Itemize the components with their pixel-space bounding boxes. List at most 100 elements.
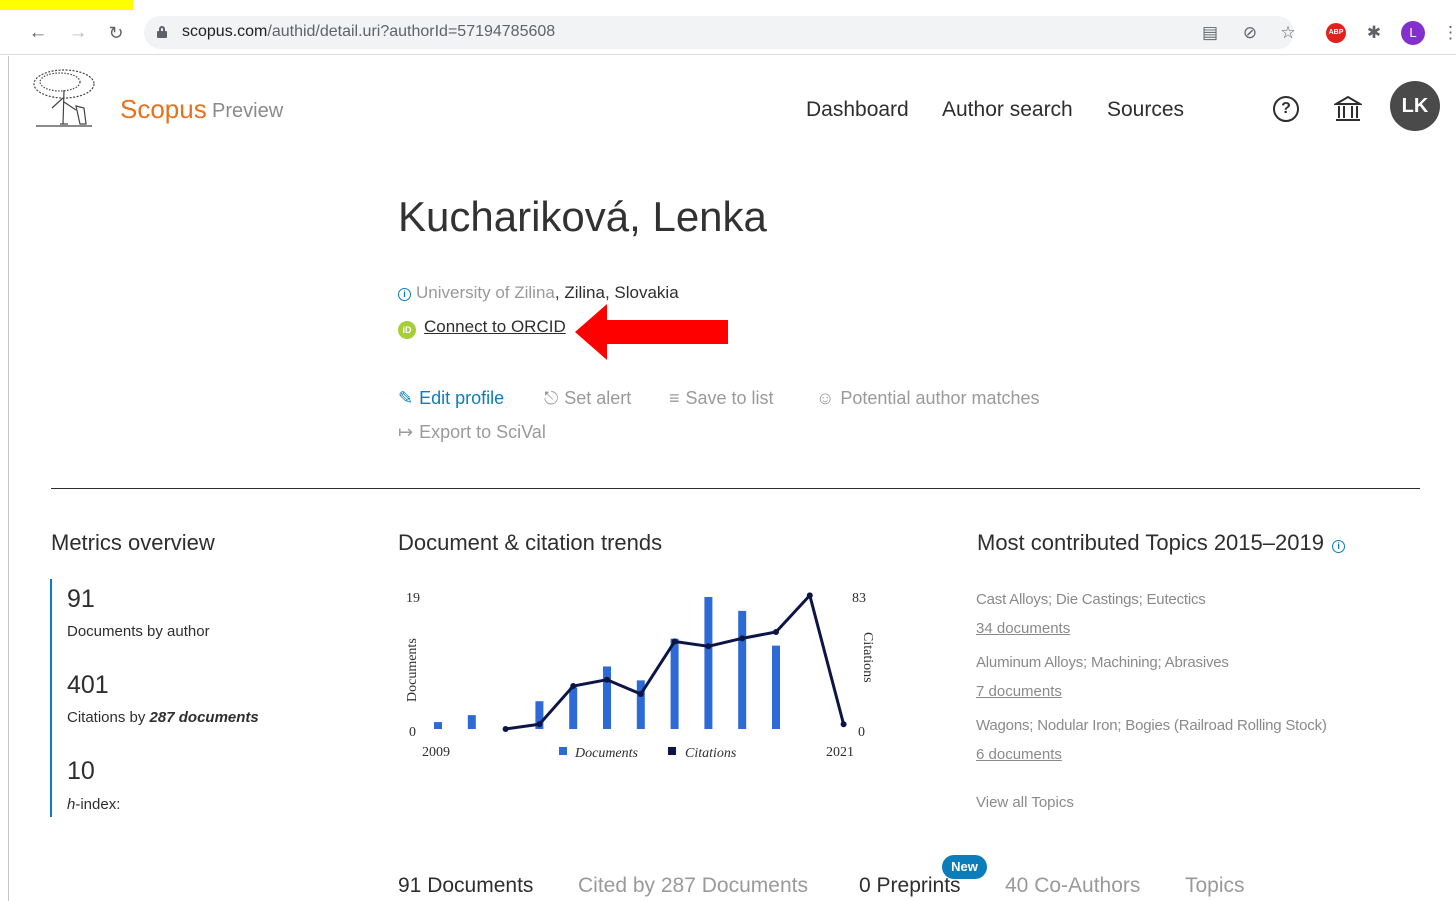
trends-chart: 19 0 83 0 Documents Citations 2009 2021 …	[405, 591, 875, 761]
address-bar[interactable]: scopus.com/authid/detail.uri?authorId=57…	[144, 16, 1294, 49]
metrics-accent-bar	[50, 579, 52, 817]
red-arrow-annotation	[575, 304, 728, 360]
legend-citations-swatch	[668, 747, 676, 755]
back-arrow-icon[interactable]: ←	[26, 21, 50, 45]
hindex-value: 10	[67, 757, 95, 785]
institution-icon[interactable]	[1334, 94, 1362, 124]
forward-arrow-icon[interactable]: →	[66, 21, 90, 45]
legend-citations: Citations	[685, 746, 737, 761]
eye-off-icon[interactable]: ⊘	[1239, 22, 1261, 44]
citations-count: 401	[67, 671, 109, 699]
help-icon[interactable]: ?	[1273, 96, 1299, 122]
trends-title: Document & citation trends	[398, 530, 663, 555]
citations-point	[637, 691, 644, 698]
export-icon: ↦	[398, 422, 414, 442]
tab-topics[interactable]: Topics	[1185, 874, 1245, 898]
save-to-list-button[interactable]: ≡ Save to list	[669, 388, 774, 409]
tab-coauthors[interactable]: 40 Co-Authors	[1005, 874, 1140, 898]
citations-point	[604, 676, 610, 683]
url-text[interactable]: scopus.com/authid/detail.uri?authorId=57…	[182, 23, 555, 41]
topic-name[interactable]: Aluminum Alloys; Machining; Abrasives	[976, 654, 1229, 671]
tab-documents[interactable]: 91 Documents	[398, 874, 533, 898]
affiliation: i University of Zilina, Zilina, Slovakia	[398, 283, 679, 303]
edit-profile-button[interactable]: ✎ Edit profile	[398, 388, 504, 409]
nav-sources[interactable]: Sources	[1107, 98, 1184, 122]
citations-point	[773, 628, 779, 635]
documents-bar	[434, 722, 442, 729]
scopus-brand[interactable]: Scopus	[120, 94, 207, 125]
export-scival-button[interactable]: ↦ Export to SciVal	[398, 422, 546, 443]
topic-docs-link[interactable]: 34 documents	[976, 620, 1070, 637]
hindex-label: h-index:	[67, 796, 121, 813]
highlight-strip	[0, 0, 133, 10]
nav-author-search[interactable]: Author search	[942, 98, 1073, 122]
documents-bar	[569, 687, 578, 729]
documents-bar	[738, 610, 747, 729]
y-axis-title: Documents	[405, 638, 420, 702]
documents-bar	[467, 715, 476, 729]
tab-strip-gap	[724, 0, 916, 10]
menu-dots-icon[interactable]: ⋮	[1442, 22, 1456, 44]
topic-docs-link[interactable]: 7 documents	[976, 683, 1062, 700]
institution-link[interactable]: University of Zilina	[416, 283, 555, 302]
y-bottom-label: 0	[409, 725, 416, 740]
connect-orcid-link[interactable]: Connect to ORCID	[424, 317, 566, 336]
pencil-icon: ✎	[398, 388, 414, 408]
legend-documents: Documents	[574, 746, 639, 761]
y-top-label: 19	[406, 591, 420, 606]
lock-icon	[157, 26, 167, 38]
bookmark-star-icon[interactable]: ☆	[1277, 22, 1299, 44]
reload-icon[interactable]: ↻	[104, 21, 128, 45]
y2-axis-title: Citations	[860, 632, 875, 683]
citations-point	[570, 683, 577, 690]
topic-name[interactable]: Cast Alloys; Die Castings; Eutectics	[976, 591, 1206, 608]
list-icon: ≡	[669, 388, 680, 408]
citations-point	[671, 638, 678, 645]
profile-avatar[interactable]: L	[1401, 21, 1425, 45]
metrics-title: Metrics overview	[51, 530, 215, 555]
topics-info-icon[interactable]: i	[1332, 540, 1346, 553]
legend-documents-swatch	[559, 747, 567, 755]
info-icon: i	[398, 288, 411, 301]
tab-cited-by[interactable]: Cited by 287 Documents	[578, 874, 808, 898]
view-all-topics-link[interactable]: View all Topics	[976, 794, 1074, 811]
orcid-icon: iD	[398, 321, 416, 339]
preview-label: Preview	[212, 100, 284, 122]
topic-docs-link[interactable]: 6 documents	[976, 746, 1062, 763]
users-icon: ☺	[816, 388, 835, 408]
adblock-icon[interactable]: ABP	[1326, 23, 1346, 43]
section-divider	[51, 488, 1420, 489]
potential-matches-button[interactable]: ☺ Potential author matches	[816, 388, 1040, 409]
citations-point	[739, 635, 746, 642]
tab-preprints[interactable]: 0 Preprints	[859, 874, 961, 898]
location-text: , Zilina, Slovakia	[554, 283, 679, 302]
citations-point	[536, 721, 543, 728]
documents-bar	[704, 597, 713, 729]
documents-label: Documents by author	[67, 623, 210, 640]
extensions-puzzle-icon[interactable]: ✱	[1363, 22, 1385, 44]
elsevier-logo-icon[interactable]	[30, 68, 98, 128]
set-alert-button[interactable]: ⎋ Set alert	[544, 388, 631, 409]
x-end-label: 2021	[826, 745, 854, 760]
citations-point	[806, 592, 813, 599]
y2-top-label: 83	[852, 591, 866, 606]
citations-point	[705, 643, 712, 650]
topics-title: Most contributed Topics 2015–2019 i	[977, 530, 1350, 556]
citations-point	[840, 721, 847, 728]
browser-toolbar: ← → ↻ scopus.com/authid/detail.uri?autho…	[0, 10, 1456, 55]
y2-bottom-label: 0	[858, 725, 865, 740]
documents-bar	[772, 645, 780, 729]
topic-name[interactable]: Wagons; Nodular Iron; Bogies (Railroad R…	[976, 717, 1327, 734]
documents-bar	[670, 638, 679, 729]
orcid-row: iD Connect to ORCID	[398, 317, 566, 339]
x-start-label: 2009	[422, 745, 450, 760]
page-border	[8, 56, 9, 901]
new-badge: New	[942, 855, 987, 879]
documents-bar	[603, 666, 611, 729]
nav-dashboard[interactable]: Dashboard	[806, 98, 909, 122]
user-avatar[interactable]: LK	[1390, 81, 1440, 131]
citations-point	[502, 726, 509, 732]
bell-icon: ⎋	[544, 388, 559, 408]
documents-count: 91	[67, 585, 95, 613]
translate-icon[interactable]: ▤	[1199, 22, 1221, 44]
